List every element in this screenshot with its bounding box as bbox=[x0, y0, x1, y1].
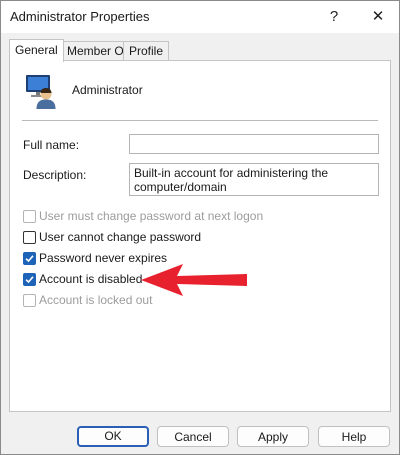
tab-profile[interactable]: Profile bbox=[123, 41, 170, 60]
checkbox-box bbox=[23, 231, 36, 244]
checkbox-label: User cannot change password bbox=[39, 230, 202, 244]
description-label: Description: bbox=[23, 168, 87, 182]
description-field[interactable]: Built-in account for administering the c… bbox=[129, 163, 379, 196]
help-button[interactable]: Help bbox=[318, 426, 390, 447]
checkbox-label: User must change password at next logon bbox=[39, 209, 264, 223]
window-title: Administrator Properties bbox=[10, 9, 150, 24]
apply-button[interactable]: Apply bbox=[237, 426, 309, 447]
title-bar: Administrator Properties ? ✕ bbox=[1, 1, 399, 33]
general-tab-panel: Administrator Full name: Description: Bu… bbox=[9, 60, 391, 412]
full-name-field[interactable] bbox=[129, 134, 379, 154]
checkbox-label: Account is disabled bbox=[39, 272, 143, 286]
checkbox-box bbox=[23, 210, 36, 223]
checkmark-icon bbox=[23, 252, 36, 265]
tab-general[interactable]: General bbox=[9, 39, 64, 62]
cancel-button[interactable]: Cancel bbox=[157, 426, 229, 447]
close-button[interactable]: ✕ bbox=[363, 5, 393, 29]
user-name: Administrator bbox=[72, 83, 143, 97]
user-account-icon bbox=[23, 74, 59, 110]
divider bbox=[22, 120, 378, 121]
full-name-label: Full name: bbox=[23, 138, 80, 152]
checkbox-label: Account is locked out bbox=[39, 293, 153, 307]
red-arrow-icon bbox=[139, 263, 249, 300]
properties-dialog: Administrator Properties ? ✕ General Mem… bbox=[0, 0, 400, 455]
checkmark-icon bbox=[23, 273, 36, 286]
help-title-button[interactable]: ? bbox=[319, 5, 349, 29]
checkbox-box bbox=[23, 294, 36, 307]
ok-button[interactable]: OK bbox=[77, 426, 149, 447]
